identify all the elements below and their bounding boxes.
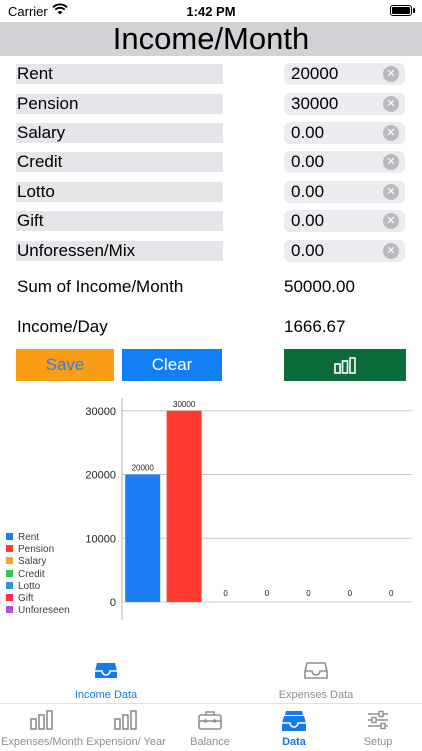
bar-chart-icon [334,357,356,374]
legend-label: Credit [18,568,45,580]
credit-input[interactable]: 0.00 ✕ [284,151,405,173]
tab-expension-year[interactable]: Expension/ Year [84,710,168,748]
tab-label: Setup [363,736,393,748]
salary-value: 0.00 [291,123,325,142]
tab-label: Expenses/Month [1,736,83,748]
bar-chart-icon [30,710,53,730]
bar-chart-icon [114,710,137,730]
expenses-data-tab[interactable]: Expenses Data [236,660,396,701]
tab-bar: Expenses/Month Expension/ Year Balance D… [0,703,422,751]
clear-field-icon[interactable]: ✕ [383,154,399,170]
legend-swatch [6,557,13,565]
bar-data-label: 0 [389,589,394,598]
sliders-icon [368,710,388,730]
clear-button[interactable]: Clear [122,349,222,381]
legend-item: Salary [6,556,70,568]
tray-outline-icon [304,662,328,679]
bar-data-label: 0 [223,589,228,598]
gift-value: 0.00 [291,211,325,230]
per-day-label: Income/Day [17,317,108,336]
legend-label: Lotto [18,580,41,592]
lotto-input[interactable]: 0.00 ✕ [284,181,405,203]
gift-input[interactable]: 0.00 ✕ [284,210,405,232]
tab-label: Balance [190,736,230,748]
tab-setup[interactable]: Setup [336,710,420,748]
bar-data-label: 0 [265,589,270,598]
y-tick-label: 0 [110,597,116,609]
tab-label: Data [282,736,306,748]
legend-swatch [6,545,13,553]
clear-field-icon[interactable]: ✕ [383,66,399,82]
legend-item: Gift [6,593,70,605]
income-data-label: Income Data [74,689,138,701]
row-label-lotto: Lotto [16,182,223,202]
save-button[interactable]: Save [16,349,114,381]
unforeseen-value: 0.00 [291,241,325,260]
clear-field-icon[interactable]: ✕ [383,213,399,229]
row-label-pension: Pension [16,94,223,114]
y-tick-label: 30000 [85,406,116,418]
sum-value: 50000.00 [284,277,355,296]
bar-data-label: 0 [306,589,311,598]
tab-balance[interactable]: Balance [168,710,252,748]
rent-value: 20000 [291,64,339,83]
clear-field-icon[interactable]: ✕ [383,243,399,259]
legend-item: Credit [6,569,70,581]
legend-label: Unforeseen [18,605,70,617]
tray-icon [95,663,117,678]
pension-value: 30000 [291,94,339,113]
tab-expenses-month[interactable]: Expenses/Month [0,710,84,748]
bar-data-label: 0 [348,589,353,598]
legend-item: Rent [6,532,70,544]
legend-item: Unforeseen [6,605,70,617]
legend-label: Rent [18,532,40,543]
briefcase-icon [198,711,222,730]
expenses-data-label: Expenses Data [278,689,354,701]
bar-pension [166,410,202,602]
salary-input[interactable]: 0.00 ✕ [284,122,405,144]
sum-label: Sum of Income/Month [17,277,184,296]
page-title: Income/Month [0,22,422,56]
bar-data-label: 20000 [132,464,155,473]
unforeseen-input[interactable]: 0.00 ✕ [284,240,405,262]
bar-data-label: 30000 [173,400,196,409]
legend-label: Pension [18,544,55,556]
legend-swatch [6,533,13,540]
rent-input[interactable]: 20000 ✕ [284,63,405,85]
chart-button[interactable] [284,349,406,381]
pension-input[interactable]: 30000 ✕ [284,93,405,115]
bar-rent [125,474,161,602]
status-bar: Carrier 1:42 PM [0,0,422,22]
chart-legend: Rent Pension Salary Credit Lotto Gift Unforese… [6,532,70,617]
y-tick-label: 20000 [85,470,116,482]
legend-swatch [6,606,13,614]
per-day-value: 1666.67 [284,317,346,336]
battery-icon [390,5,415,16]
clock: 1:42 PM [186,4,236,19]
clear-field-icon[interactable]: ✕ [383,125,399,141]
legend-swatch [6,581,13,589]
legend-item: Pension [6,544,70,556]
legend-label: Gift [18,592,34,604]
row-label-unforeseen: Unforessen/Mix [16,241,223,261]
clear-field-icon[interactable]: ✕ [383,96,399,112]
row-label-rent: Rent [16,64,223,84]
income-data-tab[interactable]: Income Data [26,660,186,701]
tray-icon [282,711,306,731]
tab-data[interactable]: Data [252,710,336,748]
row-label-credit: Credit [16,152,223,172]
lotto-value: 0.00 [291,182,325,201]
row-label-gift: Gift [16,211,223,231]
legend-label: Salary [18,556,47,568]
row-label-salary: Salary [16,123,223,143]
legend-swatch [6,569,13,577]
credit-value: 0.00 [291,152,325,171]
y-tick-label: 10000 [85,533,116,545]
tab-label: Expension/ Year [86,736,166,748]
legend-swatch [6,593,13,601]
legend-item: Lotto [6,581,70,593]
clear-field-icon[interactable]: ✕ [383,184,399,200]
data-tabs: Income Data Expenses Data [0,650,422,702]
